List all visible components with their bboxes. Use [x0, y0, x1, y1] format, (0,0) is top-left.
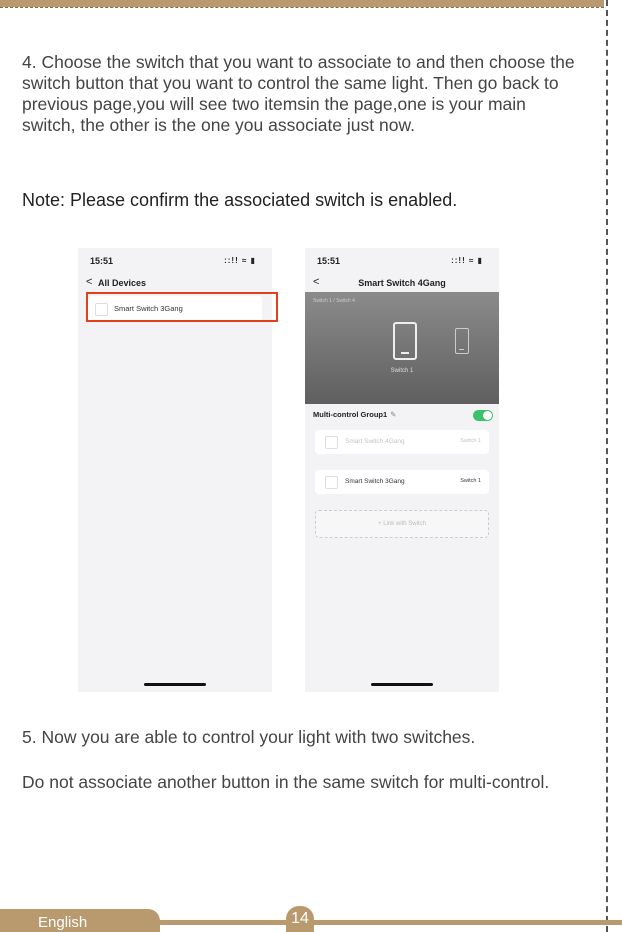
home-indicator	[371, 683, 433, 686]
step4-text: 4. Choose the switch that you want to as…	[22, 52, 575, 135]
nav-title: Smart Switch 4Gang	[358, 278, 446, 288]
switch-small-icon[interactable]	[455, 328, 469, 354]
device-card[interactable]: Smart Switch 3Gang Switch 1	[315, 470, 489, 494]
status-icons: ::!! ≈ ▮	[224, 256, 256, 265]
back-icon[interactable]: <	[86, 276, 92, 288]
status-time: 15:51	[90, 256, 114, 266]
language-label: English	[38, 914, 88, 931]
device-switch: Switch 1	[460, 478, 481, 484]
page-number: 14	[286, 906, 314, 932]
switch-hero: Switch 1 / Switch 4 Switch 1	[305, 292, 499, 404]
top-band	[0, 0, 604, 7]
screenshot-multi-control: 15:51 ::!! ≈ ▮ < Smart Switch 4Gang Swit…	[305, 248, 499, 692]
status-time: 15:51	[317, 256, 341, 266]
note-text: Note: Please confirm the associated swit…	[22, 190, 458, 210]
edit-icon[interactable]: ✎	[390, 410, 396, 419]
status-icons: ::!! ≈ ▮	[451, 256, 483, 265]
status-bar: 15:51 ::!! ≈ ▮	[305, 256, 499, 270]
switch-large-icon[interactable]	[393, 322, 417, 360]
link-with-switch-button[interactable]: + Link with Switch	[315, 510, 489, 538]
status-bar: 15:51 ::!! ≈ ▮	[78, 256, 272, 270]
highlight-box	[86, 292, 278, 322]
device-switch: Switch 1	[460, 438, 481, 444]
top-dash-line	[0, 7, 604, 8]
hero-small-text: Switch 1 / Switch 4	[313, 298, 355, 304]
nav-title: All Devices	[98, 278, 147, 288]
group-label: Multi-control Group1	[313, 410, 388, 419]
nav-bar: < All Devices	[78, 276, 272, 292]
device-name: Smart Switch 4Gang	[345, 438, 405, 445]
cut-line	[606, 0, 608, 932]
device-name: Smart Switch 3Gang	[345, 478, 405, 485]
nav-bar: < Smart Switch 4Gang	[305, 276, 499, 292]
device-icon	[325, 436, 338, 449]
group-toggle[interactable]	[473, 410, 493, 421]
device-icon	[325, 476, 338, 489]
home-indicator	[144, 683, 206, 686]
device-card[interactable]: Smart Switch 4Gang Switch 1	[315, 430, 489, 454]
hero-switch-label: Switch 1	[390, 368, 414, 374]
step5-text: 5. Now you are able to control your ligh…	[22, 727, 476, 747]
group-row: Multi-control Group1 ✎	[313, 410, 493, 424]
step5-warning: Do not associate another button in the s…	[22, 772, 550, 792]
